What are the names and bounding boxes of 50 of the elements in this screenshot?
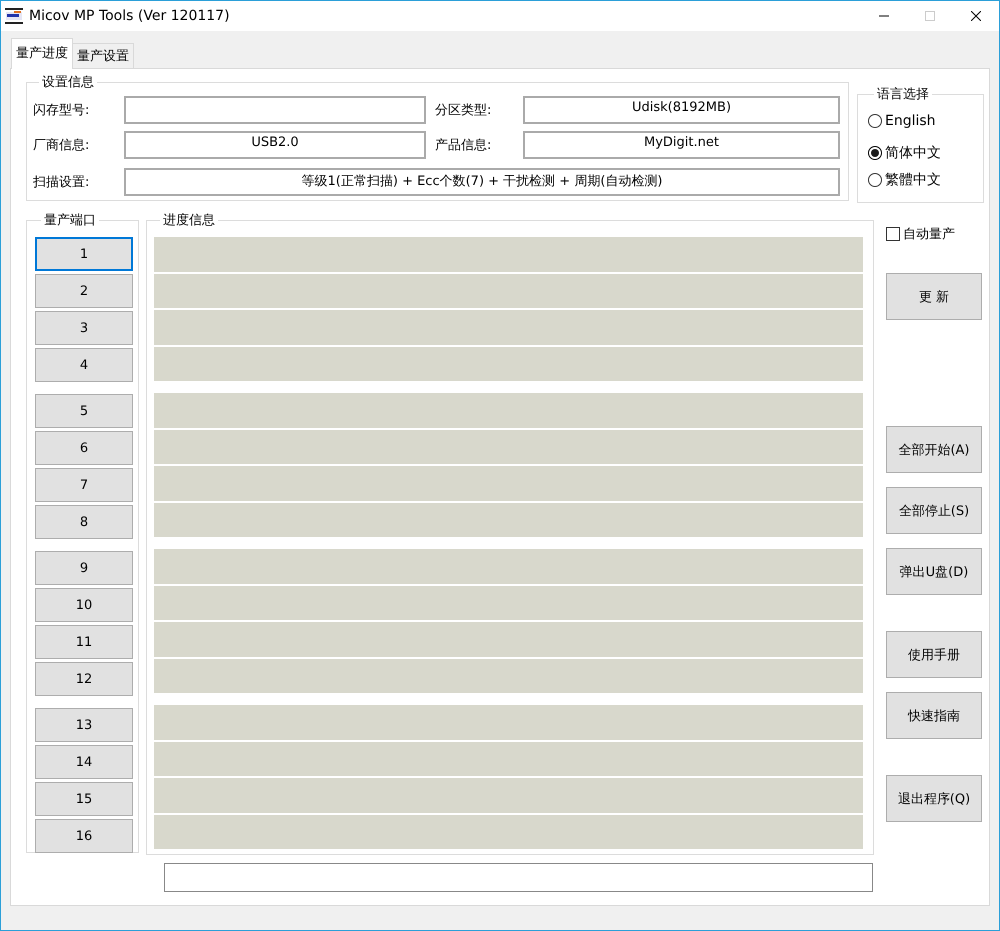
port-button[interactable]: 16 bbox=[35, 819, 133, 853]
action-button[interactable]: 弹出U盘(D) bbox=[886, 548, 982, 595]
action-button[interactable]: 全部开始(A) bbox=[886, 426, 982, 473]
text-field[interactable]: USB2.0 bbox=[124, 130, 426, 158]
port-button[interactable]: 5 bbox=[35, 394, 133, 428]
window-title: Micov MP Tools (Ver 120117) bbox=[29, 8, 231, 24]
radio-label[interactable]: 简体中文 bbox=[885, 144, 941, 162]
action-button[interactable]: 使用手册 bbox=[886, 631, 982, 678]
close-icon[interactable] bbox=[971, 11, 981, 21]
port-button[interactable]: 12 bbox=[35, 662, 133, 696]
app-icon bbox=[5, 8, 23, 24]
action-button[interactable]: 更 新 bbox=[886, 273, 982, 320]
port-button[interactable]: 8 bbox=[35, 505, 133, 539]
tab[interactable]: 量产设置 bbox=[72, 43, 134, 68]
field-label: 产品信息: bbox=[435, 136, 492, 154]
port-button[interactable]: 7 bbox=[35, 468, 133, 502]
text-field[interactable]: MyDigit.net bbox=[523, 130, 840, 158]
port-button[interactable]: 15 bbox=[35, 782, 133, 816]
tab[interactable]: 量产进度 bbox=[11, 38, 73, 69]
field-label: 闪存型号: bbox=[33, 102, 90, 118]
port-button[interactable]: 13 bbox=[35, 708, 133, 742]
group-title: 语言选择 bbox=[876, 86, 930, 103]
text-field[interactable]: 等级1(正常扫描) + Ecc个数(7) + 干扰检测 + 周期(自动检测) bbox=[124, 168, 840, 196]
port-button[interactable]: 3 bbox=[35, 311, 133, 345]
group-title: 量产端口 bbox=[43, 212, 97, 229]
port-button[interactable]: 1 bbox=[35, 237, 133, 271]
action-button[interactable]: 快速指南 bbox=[886, 692, 982, 739]
action-button[interactable]: 全部停止(S) bbox=[886, 487, 982, 534]
field-label: 扫描设置: bbox=[33, 174, 90, 190]
port-button[interactable]: 14 bbox=[35, 745, 133, 779]
port-button[interactable]: 9 bbox=[35, 551, 133, 585]
radio-button[interactable] bbox=[868, 114, 882, 128]
port-button[interactable]: 2 bbox=[35, 274, 133, 308]
radio-button[interactable] bbox=[868, 172, 882, 186]
port-button[interactable]: 11 bbox=[35, 625, 133, 659]
radio-label[interactable]: English bbox=[885, 112, 936, 128]
checkbox[interactable] bbox=[886, 227, 900, 241]
field-label: 厂商信息: bbox=[33, 136, 90, 154]
port-button[interactable]: 10 bbox=[35, 588, 133, 622]
group-title: 设置信息 bbox=[41, 74, 95, 91]
group-title: 进度信息 bbox=[162, 212, 216, 229]
port-button[interactable]: 4 bbox=[35, 348, 133, 382]
radio-label[interactable]: 繁體中文 bbox=[885, 170, 941, 188]
text-field[interactable]: Udisk(8192MB) bbox=[523, 96, 840, 124]
checkbox-label[interactable]: 自动量产 bbox=[903, 225, 955, 243]
radio-button[interactable] bbox=[868, 146, 882, 160]
action-button[interactable]: 退出程序(Q) bbox=[886, 775, 982, 822]
text-field[interactable] bbox=[124, 96, 426, 124]
field-label: 分区类型: bbox=[435, 102, 492, 118]
port-button[interactable]: 6 bbox=[35, 431, 133, 465]
